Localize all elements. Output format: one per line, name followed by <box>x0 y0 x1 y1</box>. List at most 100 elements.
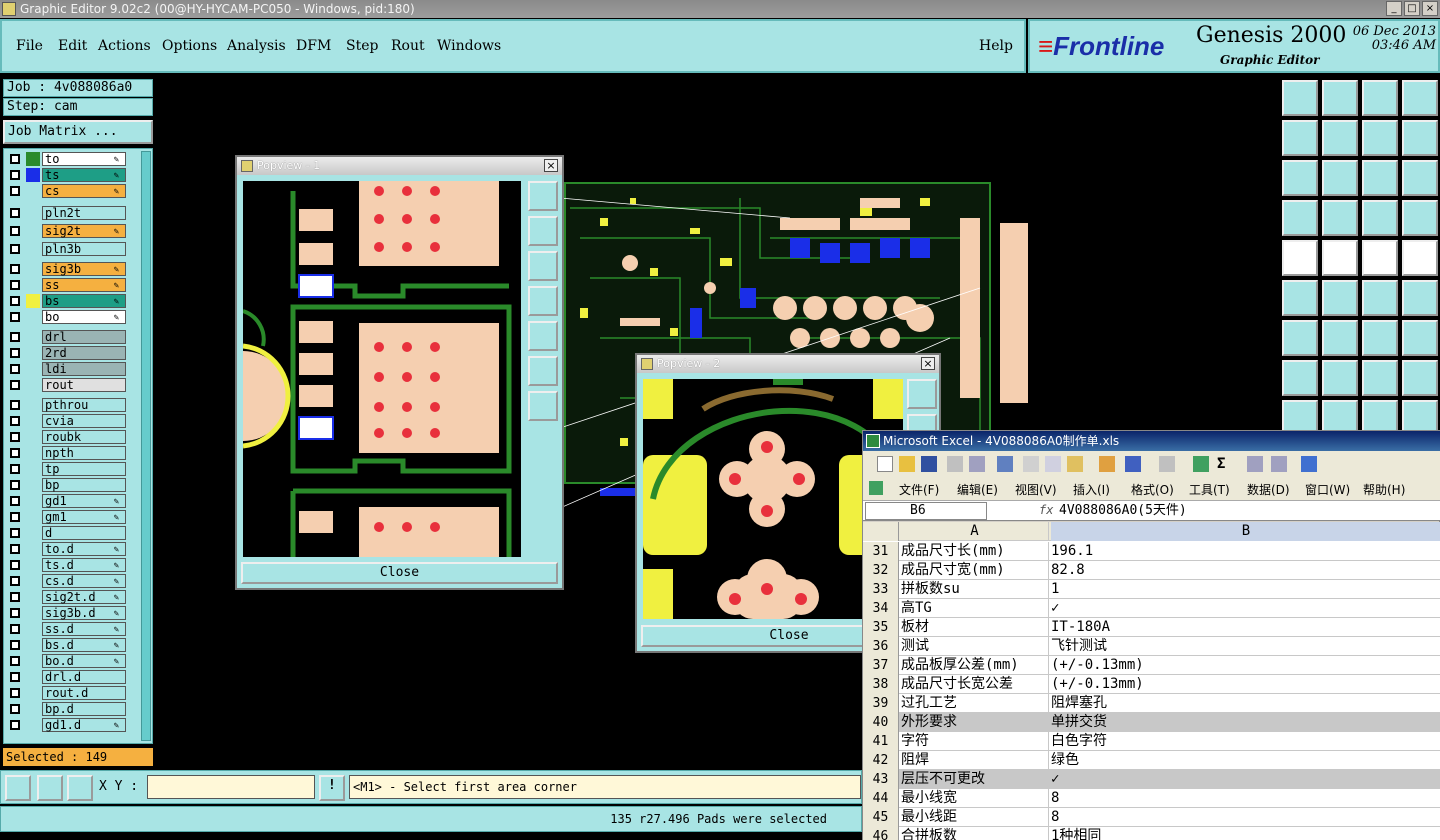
cell-a[interactable]: 最小线宽 <box>901 789 1049 808</box>
layer-name[interactable]: rout <box>42 378 126 392</box>
layer-name[interactable]: ts ✎ <box>42 168 126 182</box>
menu-options[interactable]: Options <box>162 38 217 54</box>
measure-icon[interactable] <box>1362 360 1398 396</box>
popview-1-pan-right-icon[interactable] <box>528 321 558 351</box>
layer-color-swatch[interactable] <box>26 478 40 492</box>
layer-row-bs-d[interactable]: bs.d ✎ <box>8 638 130 652</box>
layer-color-swatch[interactable] <box>26 430 40 444</box>
popview-1-zoom-out-icon[interactable] <box>528 391 558 421</box>
layer-checkbox[interactable] <box>10 592 20 602</box>
layer-row-bo-d[interactable]: bo.d ✎ <box>8 654 130 668</box>
sort-desc-icon[interactable] <box>1271 456 1287 472</box>
layer-name[interactable]: rout.d <box>42 686 126 700</box>
flip-icon[interactable] <box>1402 120 1438 156</box>
snap-icon[interactable] <box>1282 200 1318 236</box>
layer-name[interactable]: bo ✎ <box>42 310 126 324</box>
row-number[interactable]: 37 <box>863 656 899 675</box>
cell-b[interactable]: 196.1 <box>1051 542 1440 561</box>
layer-a-icon[interactable] <box>1362 200 1398 236</box>
layer-row-d[interactable]: d <box>8 526 130 540</box>
layer-row-ts-d[interactable]: ts.d ✎ <box>8 558 130 572</box>
layer-checkbox[interactable] <box>10 400 20 410</box>
row-number[interactable]: 41 <box>863 732 899 751</box>
layer-checkbox[interactable] <box>10 244 20 254</box>
layer-color-swatch[interactable] <box>26 510 40 524</box>
format-painter-icon[interactable] <box>1099 456 1115 472</box>
cell-a[interactable]: 成品尺寸长(mm) <box>901 542 1049 561</box>
copy-icon[interactable] <box>1045 456 1061 472</box>
layer-color-swatch[interactable] <box>26 574 40 588</box>
row-number[interactable]: 34 <box>863 599 899 618</box>
cell-b[interactable]: ✓ <box>1051 770 1440 789</box>
layer-checkbox[interactable] <box>10 170 20 180</box>
layer-name[interactable]: sig3b ✎ <box>42 262 126 276</box>
layer-name[interactable]: npth <box>42 446 126 460</box>
layer-row-ss-d[interactable]: ss.d ✎ <box>8 622 130 636</box>
layer-checkbox[interactable] <box>10 640 20 650</box>
ratio-icon[interactable] <box>1362 160 1398 196</box>
layer-row-gd1-d[interactable]: gd1.d ✎ <box>8 718 130 732</box>
layer-name[interactable]: cs ✎ <box>42 184 126 198</box>
layer-row-npth[interactable]: npth <box>8 446 130 460</box>
sort-asc-icon[interactable] <box>1247 456 1263 472</box>
cell-b[interactable]: (+/-0.13mm) <box>1051 675 1440 694</box>
layer-row-cvia[interactable]: cvia <box>8 414 130 428</box>
chart-icon[interactable] <box>1301 456 1317 472</box>
excel-menu-insert[interactable]: 插入(I) <box>1073 481 1110 498</box>
layer-name[interactable]: d <box>42 526 126 540</box>
menu-help[interactable]: Help <box>979 38 1013 54</box>
layer-name[interactable]: gm1 ✎ <box>42 510 126 524</box>
window-icon[interactable] <box>1402 80 1438 116</box>
cell-a[interactable]: 合拼板数 <box>901 827 1049 840</box>
layer-row-ss[interactable]: ss ✎ <box>8 278 130 292</box>
open-icon[interactable] <box>899 456 915 472</box>
layer-color-swatch[interactable] <box>26 242 40 256</box>
layer-row-gd1[interactable]: gd1 ✎ <box>8 494 130 508</box>
layer-name[interactable]: roubk <box>42 430 126 444</box>
menu-actions[interactable]: Actions <box>98 38 151 54</box>
layer-color-swatch[interactable] <box>26 262 40 276</box>
layer-checkbox[interactable] <box>10 154 20 164</box>
job-matrix-button[interactable]: Job Matrix ... <box>3 120 153 144</box>
layer-checkbox[interactable] <box>10 512 20 522</box>
cross-icon[interactable] <box>1322 280 1358 316</box>
popview-1-fit-icon[interactable] <box>528 356 558 386</box>
excel-menu-file[interactable]: 文件(F) <box>899 481 939 498</box>
join-icon[interactable] <box>1282 280 1318 316</box>
layer-scrollbar[interactable] <box>141 151 151 741</box>
cell-b[interactable]: 绿色 <box>1051 751 1440 770</box>
pan-left-icon[interactable] <box>1282 120 1318 156</box>
zoom-home-icon[interactable] <box>1282 80 1318 116</box>
menu-windows[interactable]: Windows <box>437 38 501 54</box>
layer-name[interactable]: cvia <box>42 414 126 428</box>
cut-icon[interactable] <box>1023 456 1039 472</box>
cell-a[interactable]: 板材 <box>901 618 1049 637</box>
layer-color-swatch[interactable] <box>26 346 40 360</box>
ruler-icon[interactable] <box>1362 240 1398 276</box>
cell-a[interactable]: 阻焊 <box>901 751 1049 770</box>
layer-name[interactable]: sig3b.d ✎ <box>42 606 126 620</box>
bubble-icon[interactable] <box>1402 360 1438 396</box>
excel-menu-tools[interactable]: 工具(T) <box>1189 481 1230 498</box>
layer-checkbox[interactable] <box>10 416 20 426</box>
row-number[interactable]: 32 <box>863 561 899 580</box>
layer-row-roubk[interactable]: roubk <box>8 430 130 444</box>
layer-name[interactable]: sig2t ✎ <box>42 224 126 238</box>
popview-1-pan-down-icon[interactable] <box>528 251 558 281</box>
layer-checkbox[interactable] <box>10 480 20 490</box>
layer-color-swatch[interactable] <box>26 606 40 620</box>
layer-checkbox[interactable] <box>10 464 20 474</box>
layer-color-swatch[interactable] <box>26 622 40 636</box>
layer-name[interactable]: ts.d ✎ <box>42 558 126 572</box>
layer-row-2rd[interactable]: 2rd <box>8 346 130 360</box>
layer-color-swatch[interactable] <box>26 184 40 198</box>
cell-b[interactable]: 阻焊塞孔 <box>1051 694 1440 713</box>
layer-checkbox[interactable] <box>10 688 20 698</box>
minimize-button[interactable]: _ <box>1386 1 1402 16</box>
layer-name[interactable]: ss ✎ <box>42 278 126 292</box>
layer-name[interactable]: ldi <box>42 362 126 376</box>
cell-b[interactable]: ✓ <box>1051 599 1440 618</box>
autosum-icon[interactable]: Σ <box>1217 456 1233 472</box>
column-header-a[interactable]: A <box>901 522 1049 541</box>
layer-checkbox[interactable] <box>10 380 20 390</box>
